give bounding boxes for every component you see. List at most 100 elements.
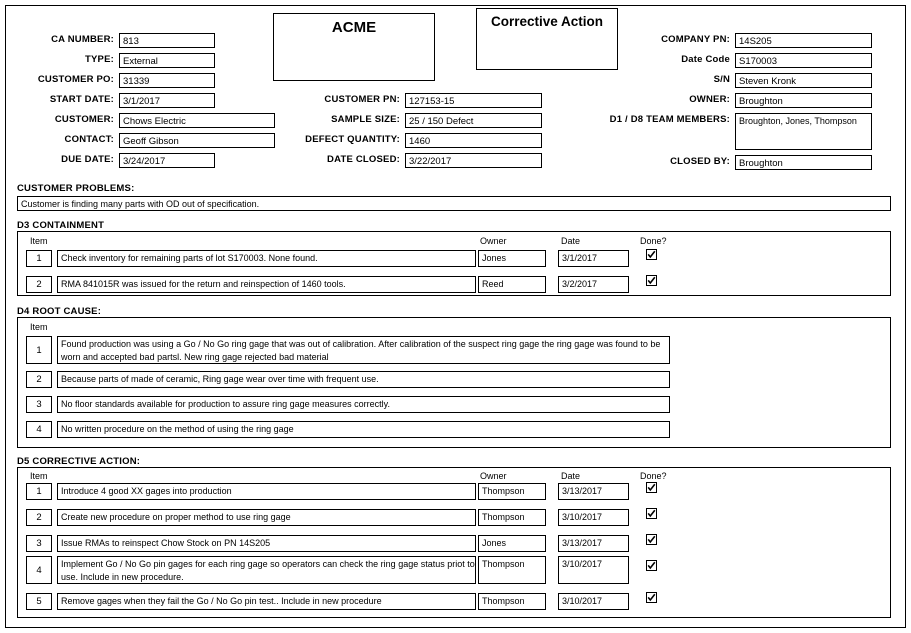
d5-row-owner[interactable]: Thompson bbox=[478, 483, 546, 500]
field-label: Date Code bbox=[681, 54, 730, 65]
field-label: TYPE: bbox=[85, 54, 114, 65]
d3-row-item-number: 2 bbox=[26, 276, 52, 293]
field-type: TYPE: External bbox=[32, 53, 215, 68]
d5-row-date[interactable]: 3/13/2017 bbox=[558, 535, 629, 552]
start-date-input[interactable]: 3/1/2017 bbox=[119, 93, 215, 108]
d5-row-owner[interactable]: Thompson bbox=[478, 556, 546, 584]
field-date-closed: DATE CLOSED: 3/22/2017 bbox=[290, 153, 542, 168]
field-team-members: D1 / D8 TEAM MEMBERS: Broughton, Jones, … bbox=[590, 113, 872, 150]
field-serial-number: S/N Steven Kronk bbox=[590, 73, 872, 88]
customer-problems-heading: CUSTOMER PROBLEMS: bbox=[17, 183, 135, 194]
corrective-action-form: ACME Corrective Action CA NUMBER: 813 TY… bbox=[0, 0, 911, 633]
d4-row-item-number: 4 bbox=[26, 421, 52, 438]
field-label: DATE CLOSED: bbox=[327, 154, 400, 165]
d4-heading: D4 ROOT CAUSE: bbox=[17, 306, 102, 317]
field-date-code: Date Code S170003 bbox=[590, 53, 872, 68]
date-closed-input[interactable]: 3/22/2017 bbox=[405, 153, 542, 168]
field-due-date: DUE DATE: 3/24/2017 bbox=[32, 153, 215, 168]
serial-number-input[interactable]: Steven Kronk bbox=[735, 73, 872, 88]
d3-row-done-checkbox[interactable] bbox=[646, 275, 657, 286]
d3-row-item-number: 1 bbox=[26, 250, 52, 267]
d5-row-owner[interactable]: Thompson bbox=[478, 593, 546, 610]
d3-col-date: Date bbox=[561, 236, 581, 246]
d3-row-owner[interactable]: Jones bbox=[478, 250, 546, 267]
field-customer-po: CUSTOMER PO: 31339 bbox=[32, 73, 215, 88]
field-label: START DATE: bbox=[49, 94, 114, 105]
d4-row-text[interactable]: Because parts of made of ceramic, Ring g… bbox=[57, 371, 670, 388]
d5-row-item-number: 1 bbox=[26, 483, 52, 500]
d3-row-owner[interactable]: Reed bbox=[478, 276, 546, 293]
d5-row-done-checkbox[interactable] bbox=[646, 560, 657, 571]
d3-col-owner: Owner bbox=[480, 236, 507, 246]
company-pn-input[interactable]: 14S205 bbox=[735, 33, 872, 48]
defect-quantity-input[interactable]: 1460 bbox=[405, 133, 542, 148]
d5-row-text[interactable]: Remove gages when they fail the Go / No … bbox=[57, 593, 476, 610]
d4-row-item-number: 1 bbox=[26, 336, 52, 364]
d5-row-done-checkbox[interactable] bbox=[646, 592, 657, 603]
d5-row-text[interactable]: Introduce 4 good XX gages into productio… bbox=[57, 483, 476, 500]
d5-row-owner[interactable]: Jones bbox=[478, 535, 546, 552]
field-customer: CUSTOMER: Chows Electric bbox=[32, 113, 275, 128]
d5-row-text[interactable]: Create new procedure on proper method to… bbox=[57, 509, 476, 526]
d3-row-text[interactable]: Check inventory for remaining parts of l… bbox=[57, 250, 476, 267]
d5-row-date[interactable]: 3/10/2017 bbox=[558, 509, 629, 526]
field-owner: OWNER: Broughton bbox=[590, 93, 872, 108]
d4-row-text[interactable]: No written procedure on the method of us… bbox=[57, 421, 670, 438]
field-label: CUSTOMER PO: bbox=[37, 74, 114, 85]
d5-row-text[interactable]: Implement Go / No Go pin gages for each … bbox=[57, 556, 476, 584]
d5-row-date[interactable]: 3/13/2017 bbox=[558, 483, 629, 500]
field-label: DEFECT QUANTITY: bbox=[305, 134, 400, 145]
d3-row-date[interactable]: 3/1/2017 bbox=[558, 250, 629, 267]
d5-row-done-checkbox[interactable] bbox=[646, 482, 657, 493]
customer-po-input[interactable]: 31339 bbox=[119, 73, 215, 88]
date-code-input[interactable]: S170003 bbox=[735, 53, 872, 68]
field-label: D1 / D8 TEAM MEMBERS: bbox=[609, 114, 730, 125]
d5-row-owner[interactable]: Thompson bbox=[478, 509, 546, 526]
field-sample-size: SAMPLE SIZE: 25 / 150 Defect bbox=[290, 113, 542, 128]
d3-col-item: Item bbox=[30, 236, 48, 246]
d5-row-done-checkbox[interactable] bbox=[646, 534, 657, 545]
field-defect-quantity: DEFECT QUANTITY: 1460 bbox=[290, 133, 542, 148]
d4-col-item: Item bbox=[30, 322, 48, 332]
d4-row-text[interactable]: Found production was using a Go / No Go … bbox=[57, 336, 670, 364]
field-customer-pn: CUSTOMER PN: 127153-15 bbox=[290, 93, 542, 108]
company-name: ACME bbox=[331, 19, 377, 36]
field-ca-number: CA NUMBER: 813 bbox=[32, 33, 215, 48]
d3-row-text[interactable]: RMA 841015R was issued for the return an… bbox=[57, 276, 476, 293]
customer-problems-input[interactable]: Customer is finding many parts with OD o… bbox=[17, 196, 891, 211]
due-date-input[interactable]: 3/24/2017 bbox=[119, 153, 215, 168]
field-label: SAMPLE SIZE: bbox=[331, 114, 400, 125]
customer-input[interactable]: Chows Electric bbox=[119, 113, 275, 128]
sample-size-input[interactable]: 25 / 150 Defect bbox=[405, 113, 542, 128]
field-label: CA NUMBER: bbox=[51, 34, 114, 45]
ca-number-input[interactable]: 813 bbox=[119, 33, 215, 48]
d3-row-done-checkbox[interactable] bbox=[646, 249, 657, 260]
field-company-pn: COMPANY PN: 14S205 bbox=[590, 33, 872, 48]
d5-col-date: Date bbox=[561, 471, 581, 481]
d5-row-date[interactable]: 3/10/2017 bbox=[558, 593, 629, 610]
document-title: Corrective Action bbox=[490, 14, 604, 29]
d5-row-item-number: 5 bbox=[26, 593, 52, 610]
contact-input[interactable]: Geoff Gibson bbox=[119, 133, 275, 148]
d4-row-text[interactable]: No floor standards available for product… bbox=[57, 396, 670, 413]
type-input[interactable]: External bbox=[119, 53, 215, 68]
team-members-input[interactable]: Broughton, Jones, Thompson bbox=[735, 113, 872, 150]
d5-row-date[interactable]: 3/10/2017 bbox=[558, 556, 629, 584]
owner-input[interactable]: Broughton bbox=[735, 93, 872, 108]
field-label: CUSTOMER PN: bbox=[324, 94, 400, 105]
d4-row-item-number: 2 bbox=[26, 371, 52, 388]
d3-row-date[interactable]: 3/2/2017 bbox=[558, 276, 629, 293]
field-label: CUSTOMER: bbox=[54, 114, 114, 125]
d5-row-item-number: 3 bbox=[26, 535, 52, 552]
d5-col-owner: Owner bbox=[480, 471, 507, 481]
field-start-date: START DATE: 3/1/2017 bbox=[32, 93, 215, 108]
d5-col-done: Done? bbox=[640, 471, 667, 481]
customer-pn-input[interactable]: 127153-15 bbox=[405, 93, 542, 108]
closed-by-input[interactable]: Broughton bbox=[735, 155, 872, 170]
d5-row-done-checkbox[interactable] bbox=[646, 508, 657, 519]
d4-row-item-number: 3 bbox=[26, 396, 52, 413]
field-label: OWNER: bbox=[689, 94, 730, 105]
d3-col-done: Done? bbox=[640, 236, 667, 246]
field-label: CLOSED BY: bbox=[670, 156, 730, 167]
d5-row-text[interactable]: Issue RMAs to reinspect Chow Stock on PN… bbox=[57, 535, 476, 552]
